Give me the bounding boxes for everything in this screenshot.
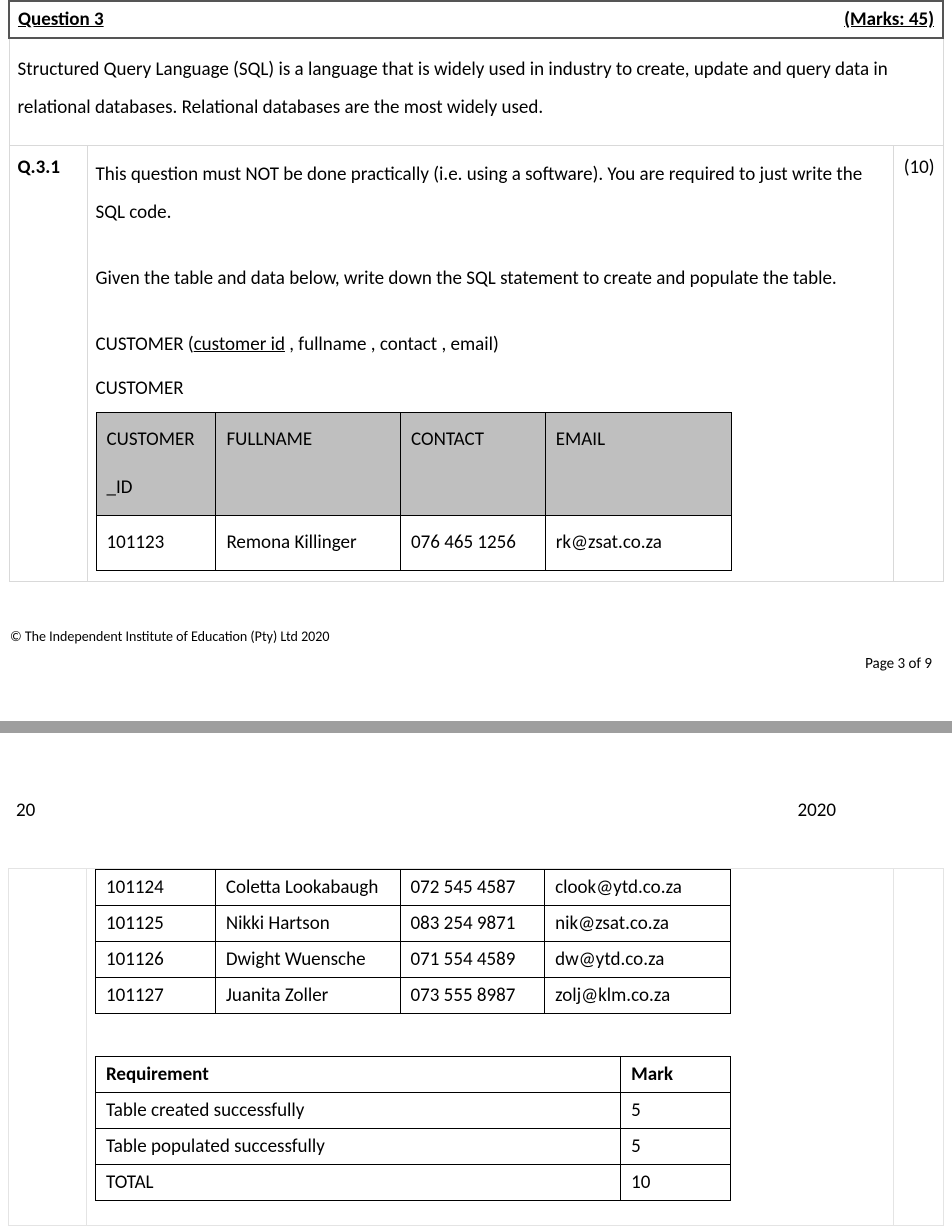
table-row: 101123Remona Killinger076 465 1256rk@zsa…: [96, 516, 731, 571]
cell-requirement: Table created successfully: [96, 1093, 621, 1129]
page2-header-right: 2020: [797, 799, 836, 822]
th-requirement: Requirement: [96, 1057, 621, 1093]
schema-pk: customer id: [194, 333, 285, 356]
page-break: [0, 721, 952, 733]
th-id-line1: CUSTOMER: [107, 421, 206, 459]
question-header-cell: Question 3 (Marks: 45): [9, 1, 943, 38]
cell-id: 101123: [96, 516, 216, 571]
table-row: 101127Juanita Zoller073 555 8987zolj@klm…: [96, 978, 731, 1014]
question-marks: (Marks: 45): [844, 8, 934, 31]
cell-contact: 073 555 8987: [400, 978, 545, 1014]
cell-contact: 072 545 4587: [400, 870, 545, 906]
cell-email: rk@zsat.co.za: [545, 516, 731, 571]
p2-body: 101124Coletta Lookabaugh072 545 4587cloo…: [87, 869, 894, 1226]
question-container: Question 3 (Marks: 45) Structured Query …: [8, 0, 944, 582]
sub-para-1: This question must NOT be done practical…: [96, 156, 885, 232]
th-customer-id: CUSTOMER _ID: [96, 413, 216, 516]
cell-mark: 5: [621, 1129, 731, 1165]
cell-fullname: Dwight Wuensche: [215, 942, 400, 978]
cell-email: clook@ytd.co.za: [545, 870, 731, 906]
requirements-table: Requirement Mark Table created successfu…: [95, 1056, 731, 1201]
p2-left-gutter: [9, 869, 87, 1226]
table-row: Table created successfully5: [96, 1093, 731, 1129]
page2-header: 20 2020: [8, 799, 944, 822]
subquestion-body: This question must NOT be done practical…: [87, 146, 893, 582]
cell-contact: 076 465 1256: [401, 516, 546, 571]
table-row: Table populated successfully5: [96, 1129, 731, 1165]
customer-table-label: CUSTOMER: [96, 370, 885, 408]
table-row: TOTAL10: [96, 1165, 731, 1201]
cell-fullname: Remona Killinger: [216, 516, 401, 571]
cell-fullname: Juanita Zoller: [215, 978, 400, 1014]
cell-mark: 10: [621, 1165, 731, 1201]
table-row: 101126Dwight Wuensche071 554 4589dw@ytd.…: [96, 942, 731, 978]
subquestion-number: Q.3.1: [9, 146, 87, 582]
cell-fullname: Coletta Lookabaugh: [215, 870, 400, 906]
cell-requirement: Table populated successfully: [96, 1129, 621, 1165]
cell-email: dw@ytd.co.za: [545, 942, 731, 978]
cell-email: zolj@klm.co.za: [545, 978, 731, 1014]
schema-rest: , fullname , contact , email): [285, 333, 499, 356]
table-row: 101124Coletta Lookabaugh072 545 4587cloo…: [96, 870, 731, 906]
th-id-line2: _ID: [107, 469, 206, 507]
th-contact: CONTACT: [401, 413, 546, 516]
question-container-p2: 101124Coletta Lookabaugh072 545 4587cloo…: [8, 868, 944, 1226]
th-fullname: FULLNAME: [216, 413, 401, 516]
customer-table-p2: 101124Coletta Lookabaugh072 545 4587cloo…: [95, 869, 731, 1014]
page-number: Page 3 of 9: [8, 655, 932, 673]
customer-table-p1: CUSTOMER _ID FULLNAME CONTACT EMAIL 1011…: [96, 412, 732, 571]
question-intro: Structured Query Language (SQL) is a lan…: [9, 38, 943, 146]
table-row: 101125Nikki Hartson083 254 9871nik@zsat.…: [96, 906, 731, 942]
schema-line: CUSTOMER (customer id , fullname , conta…: [96, 326, 885, 364]
schema-prefix: CUSTOMER (: [96, 333, 194, 356]
cell-id: 101124: [96, 870, 216, 906]
cell-contact: 083 254 9871: [400, 906, 545, 942]
cell-mark: 5: [621, 1093, 731, 1129]
question-title: Question 3: [18, 8, 104, 31]
cell-id: 101126: [96, 942, 216, 978]
sub-para-2: Given the table and data below, write do…: [96, 260, 885, 298]
page-2: 20 2020 101124Coletta Lookabaugh072 545 …: [0, 799, 952, 1226]
cell-contact: 071 554 4589: [400, 942, 545, 978]
th-email: EMAIL: [545, 413, 731, 516]
cell-requirement: TOTAL: [96, 1165, 621, 1201]
cell-id: 101125: [96, 906, 216, 942]
p2-right-gutter: [894, 869, 944, 1226]
page2-header-left: 20: [16, 799, 35, 822]
subquestion-points: (10): [893, 146, 943, 582]
cell-id: 101127: [96, 978, 216, 1014]
cell-fullname: Nikki Hartson: [215, 906, 400, 942]
cell-email: nik@zsat.co.za: [545, 906, 731, 942]
copyright-text: © The Independent Institute of Education…: [10, 628, 944, 645]
th-mark: Mark: [621, 1057, 731, 1093]
page-1: Question 3 (Marks: 45) Structured Query …: [0, 0, 952, 673]
